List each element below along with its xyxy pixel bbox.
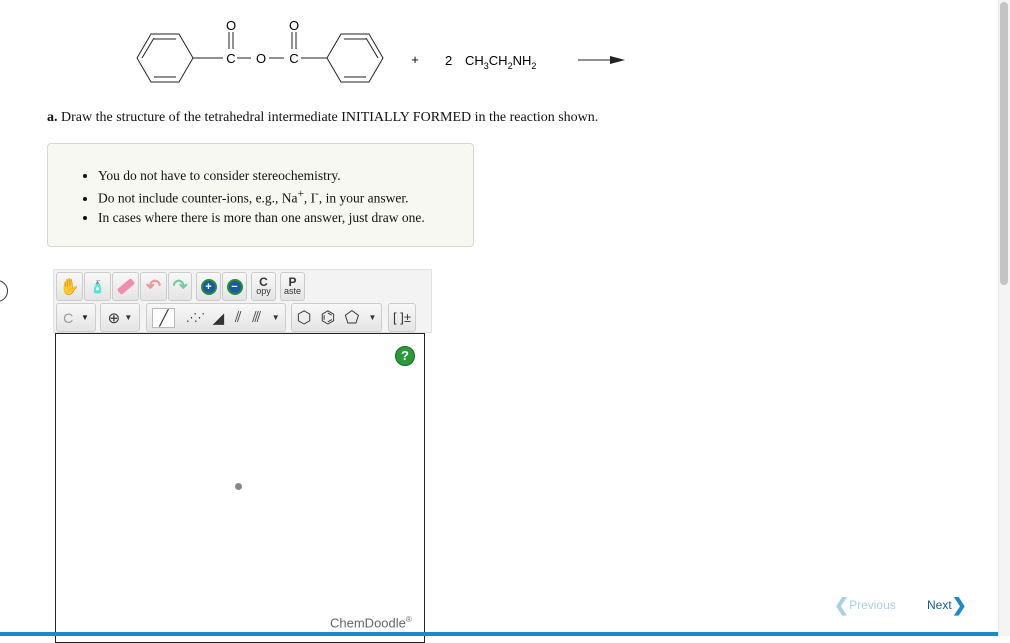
question-text: a. Draw the structure of the tetrahedral…	[47, 110, 599, 125]
side-handle[interactable]	[0, 280, 8, 302]
bridge-oxygen: O	[256, 51, 266, 66]
bottle-icon: 🧴	[90, 279, 105, 294]
redo-icon: ↷	[172, 276, 188, 296]
caret-down-icon: ▼	[124, 313, 133, 322]
bracket-charge-button[interactable]: [ ]±	[388, 303, 416, 332]
zoom-in-button[interactable]: +	[196, 272, 221, 301]
hint-item: Do not include counter-ions, e.g., Na+, …	[98, 185, 473, 208]
eraser-icon	[116, 278, 135, 295]
reagent-coefficient: 2	[445, 53, 452, 68]
element-selector[interactable]: C ▼	[56, 303, 96, 332]
bottom-accent-bar	[0, 632, 998, 636]
caret-down-icon: ▼	[368, 313, 377, 322]
single-bond-icon[interactable]: ╱	[152, 307, 176, 328]
chemdoodle-brand: ChemDoodle®	[330, 615, 412, 631]
carbonyl-oxygen-2: O	[289, 18, 299, 33]
hashed-bond-icon[interactable]: ⋰⋰	[186, 311, 205, 324]
hand-icon: ✋	[59, 278, 80, 296]
cyclopentane-icon[interactable]: ⬠	[345, 308, 360, 328]
plus-circle-icon: ⊕	[107, 309, 121, 327]
cursor-dot	[235, 483, 242, 490]
scrollbar-thumb[interactable]	[1000, 2, 1008, 285]
zoom-out-icon: −	[226, 278, 243, 295]
pan-hand-button[interactable]: ✋	[56, 272, 83, 301]
benzene-ring-right	[326, 33, 384, 83]
reaction-arrow	[578, 56, 625, 64]
reagent-formula: CH3CH2NH2	[465, 53, 536, 71]
reaction-scheme: O C O O C + 2 CH3CH2NH2	[136, 18, 625, 83]
redo-button[interactable]: ↷	[168, 272, 192, 301]
paste-button[interactable]: Paste	[280, 272, 305, 301]
hint-item: You do not have to consider stereochemis…	[98, 166, 473, 185]
benzene-icon[interactable]: ⌬	[321, 308, 336, 328]
zoom-in-icon: +	[200, 278, 217, 295]
help-icon[interactable]: ?	[395, 346, 415, 366]
undo-button[interactable]: ↶	[140, 272, 167, 301]
charge-tool[interactable]: ⊕ ▼	[100, 303, 140, 332]
clear-button[interactable]: 🧴	[84, 272, 111, 301]
caret-down-icon: ▼	[80, 313, 89, 322]
zoom-out-button[interactable]: −	[222, 272, 247, 301]
benzene-ring-left	[136, 33, 223, 83]
chevron-left-icon: ❮	[834, 595, 850, 615]
plus-sign: +	[411, 52, 419, 67]
chevron-right-icon: ❯	[951, 595, 967, 615]
triple-bond-icon[interactable]: ⫻	[252, 309, 261, 326]
cyclohexane-icon[interactable]: ⬡	[297, 308, 312, 328]
eraser-button[interactable]	[112, 272, 139, 301]
bond-tools[interactable]: ╱ ⋰⋰ ◢ ⫽ ⫻ ▼	[146, 303, 286, 332]
carbonyl-carbon-2: C	[289, 51, 298, 66]
next-button[interactable]: Next❯	[927, 595, 967, 616]
copy-button[interactable]: Copy	[251, 272, 276, 301]
carbonyl-carbon-1: C	[226, 51, 235, 66]
double-bond-icon[interactable]: ⫽	[235, 309, 242, 326]
caret-down-icon: ▼	[271, 313, 280, 322]
undo-icon: ↶	[145, 276, 162, 296]
hint-item: In cases where there is more than one an…	[98, 208, 473, 227]
wedge-bond-icon[interactable]: ◢	[213, 309, 225, 327]
previous-button[interactable]: ❮Previous	[834, 595, 896, 616]
drawing-toolbar: ✋ 🧴 ↶ ↷ + − Copy Paste C ▼ ⊕ ▼ ╱ ⋰⋰ ◢ ⫽ …	[53, 269, 432, 333]
ring-tools[interactable]: ⬡ ⌬ ⬠ ▼	[291, 303, 382, 332]
carbonyl-oxygen-1: O	[226, 18, 236, 33]
hint-box: You do not have to consider stereochemis…	[47, 143, 474, 247]
